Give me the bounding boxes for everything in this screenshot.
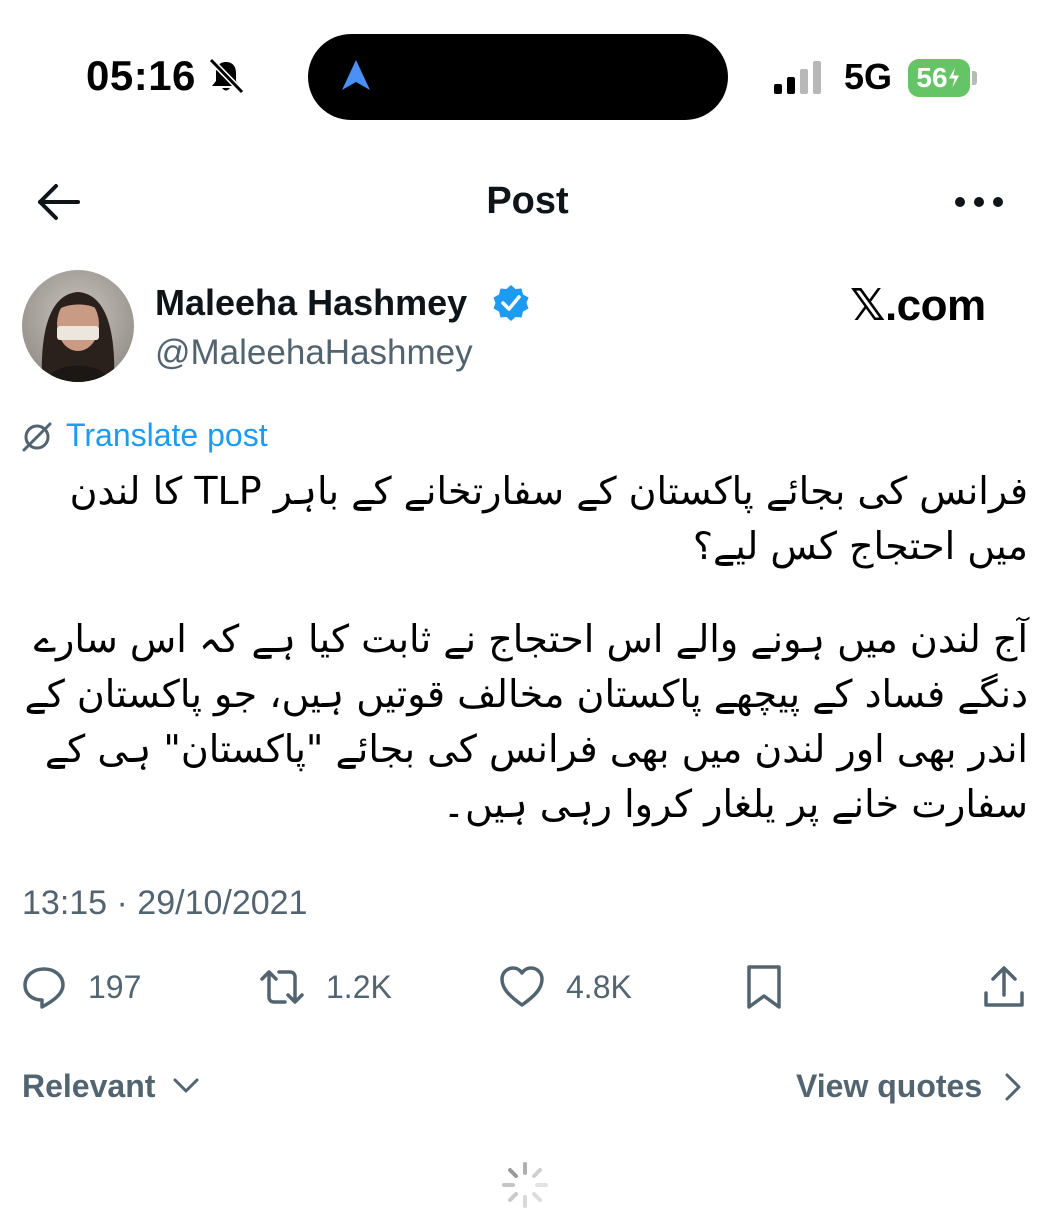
repost-button[interactable]: 1.2K — [258, 962, 392, 1012]
translate-globe-icon[interactable] — [20, 420, 54, 454]
x-com-watermark: 𝕏.com — [850, 281, 986, 330]
view-quotes-link[interactable]: View quotes — [796, 1068, 982, 1105]
cellular-signal-icon — [774, 61, 821, 94]
bell-slash-icon — [208, 57, 245, 95]
tweet-text: فرانس کی بجائے پاکستان کے سفارتخانے کے ب… — [24, 464, 1028, 870]
share-icon — [984, 966, 1024, 1007]
charging-bolt-icon — [946, 65, 961, 91]
bookmark-icon — [747, 965, 781, 1009]
battery-level: 56 — [916, 62, 948, 93]
network-label: 5G — [844, 56, 893, 97]
battery-tip — [972, 71, 977, 85]
reply-button[interactable]: 197 — [20, 962, 141, 1012]
repost-icon — [260, 970, 304, 1004]
battery-indicator: 56 — [908, 58, 978, 98]
status-time: 05:16 — [86, 52, 196, 99]
like-count: 4.8K — [566, 968, 632, 1005]
repost-count: 1.2K — [326, 968, 392, 1005]
tweet-paragraph: آج لندن میں ہونے والے اس احتجاج نے ثابت … — [24, 617, 1028, 826]
more-options-icon[interactable] — [954, 196, 1004, 208]
bookmark-button[interactable] — [740, 962, 788, 1012]
location-arrow-icon — [342, 60, 370, 90]
post-timestamp[interactable]: 13:15 · 29/10/2021 — [22, 884, 307, 923]
page-title: Post — [486, 180, 569, 222]
loading-spinner-icon — [502, 1162, 548, 1208]
chevron-down-icon[interactable] — [172, 1076, 200, 1096]
translate-post-link[interactable]: Translate post — [66, 417, 268, 454]
sort-relevant-button[interactable]: Relevant — [22, 1068, 155, 1105]
tweet-paragraph: فرانس کی بجائے پاکستان کے سفارتخانے کے ب… — [69, 469, 1028, 568]
chevron-right-icon[interactable] — [1002, 1072, 1024, 1102]
avatar[interactable] — [22, 270, 134, 382]
share-button[interactable] — [980, 962, 1028, 1012]
verified-badge-icon — [493, 285, 529, 321]
heart-icon — [500, 966, 544, 1007]
like-button[interactable]: 4.8K — [498, 962, 632, 1012]
reply-count: 197 — [88, 968, 142, 1005]
author-handle[interactable]: @MaleehaHashmey — [155, 333, 473, 373]
author-display-name[interactable]: Maleeha Hashmey — [155, 282, 467, 324]
reply-icon — [23, 967, 65, 1009]
